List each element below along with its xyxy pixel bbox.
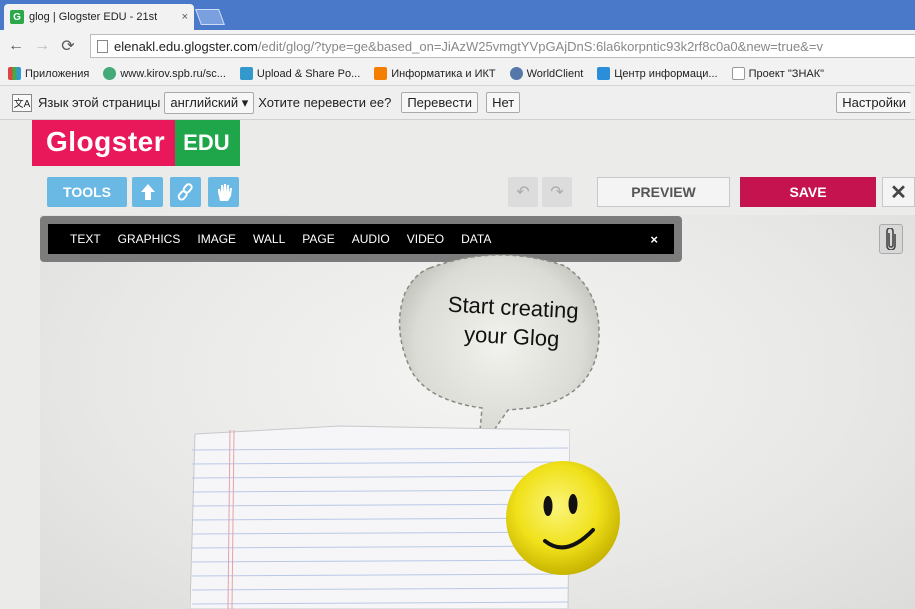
tools-button[interactable]: TOOLS: [47, 177, 127, 207]
hand-icon: [217, 184, 232, 201]
translate-bar: 文A Язык этой страницы английский ▾ Хотит…: [0, 86, 915, 120]
menu-item-graphics[interactable]: GRAPHICS: [118, 232, 181, 246]
globe-icon: [509, 67, 523, 80]
undo-button[interactable]: ↶: [508, 177, 538, 207]
browser-tab[interactable]: G glog | Glogster EDU - 21st ×: [4, 4, 194, 30]
bookmark-label: www.kirov.spb.ru/sc...: [120, 67, 226, 80]
menu-item-image[interactable]: IMAGE: [197, 232, 236, 246]
browser-toolbar: ← → ⟳ elenakl.edu.glogster.com /edit/glo…: [0, 30, 915, 62]
glogster-editor: Glogster EDU TOOLS ↶ ↷ PREVIEW SAVE ✕ TE…: [0, 120, 915, 609]
bookmark-kirov[interactable]: www.kirov.spb.ru/sc...: [103, 67, 226, 80]
bookmark-informatics[interactable]: Информатика и ИКТ: [374, 67, 496, 80]
new-tab-button[interactable]: [195, 9, 225, 25]
bookmark-label: Информатика и ИКТ: [391, 67, 496, 80]
bookmark-worldclient[interactable]: WorldClient: [509, 67, 584, 80]
bookmark-label: Upload & Share Po...: [256, 67, 361, 80]
redo-button[interactable]: ↷: [542, 177, 572, 207]
link-button[interactable]: [170, 177, 201, 207]
page-icon: [97, 39, 108, 53]
translate-icon: 文A: [12, 93, 32, 112]
upload-arrow-button[interactable]: [132, 177, 163, 207]
site-icon: [103, 67, 117, 80]
tab-close-icon[interactable]: ×: [182, 11, 188, 23]
settings-button[interactable]: Настройки: [836, 92, 911, 113]
hand-tool-button[interactable]: [208, 177, 239, 207]
menu-item-page[interactable]: PAGE: [302, 232, 334, 246]
up-arrow-icon: [140, 184, 155, 200]
bookmark-label: Проект "ЗНАК": [748, 67, 825, 80]
upload-icon: [239, 67, 253, 80]
menu-item-video[interactable]: VIDEO: [407, 232, 444, 246]
link-icon: [177, 183, 193, 201]
translate-question: Хотите перевести ее?: [258, 95, 392, 110]
menu-close-icon[interactable]: ×: [650, 232, 658, 247]
bookmarks-bar: Приложения www.kirov.spb.ru/sc... Upload…: [0, 62, 915, 86]
menu-item-text[interactable]: TEXT: [70, 232, 101, 246]
redo-icon: ↷: [550, 184, 564, 201]
bookmark-center[interactable]: Центр информаци...: [597, 67, 718, 80]
site-icon: [597, 67, 611, 80]
tab-title: glog | Glogster EDU - 21st: [29, 11, 158, 23]
bookmark-label: WorldClient: [526, 67, 584, 80]
smiley-face-image[interactable]: [503, 458, 623, 578]
menu-item-data[interactable]: DATA: [461, 232, 491, 246]
forward-arrow-icon[interactable]: →: [32, 37, 52, 55]
apps-icon: [8, 67, 21, 80]
translate-button[interactable]: Перевести: [401, 92, 479, 113]
blogger-icon: [374, 67, 388, 80]
address-bar[interactable]: elenakl.edu.glogster.com /edit/glog/?typ…: [90, 34, 915, 58]
url-path: /edit/glog/?type=ge&based_on=JiAzW25vmgt…: [257, 38, 823, 54]
back-arrow-icon[interactable]: ←: [6, 37, 26, 55]
url-host: elenakl.edu.glogster.com: [114, 38, 258, 54]
bookmark-label: Центр информаци...: [614, 67, 718, 80]
page-icon: [731, 67, 745, 80]
browser-tab-strip: G glog | Glogster EDU - 21st ×: [0, 0, 915, 30]
reload-icon[interactable]: ⟳: [58, 36, 78, 56]
no-button[interactable]: Нет: [486, 92, 521, 113]
paperclip-button[interactable]: [879, 224, 903, 254]
save-button[interactable]: SAVE: [740, 177, 876, 207]
translate-prompt: Язык этой страницы: [38, 95, 161, 110]
bookmark-label: Приложения: [25, 67, 90, 80]
preview-button[interactable]: PREVIEW: [597, 177, 730, 207]
bookmark-znak[interactable]: Проект "ЗНАК": [731, 67, 825, 80]
menu-item-wall[interactable]: WALL: [253, 232, 285, 246]
paperclip-icon: [886, 228, 896, 250]
glogster-favicon-icon: G: [10, 10, 24, 24]
language-select[interactable]: английский ▾: [164, 91, 255, 114]
glogster-logo[interactable]: Glogster EDU: [32, 120, 240, 166]
menu-item-audio[interactable]: AUDIO: [352, 232, 390, 246]
logo-edu: EDU: [175, 120, 240, 166]
bookmark-apps[interactable]: Приложения: [8, 67, 89, 80]
logo-glogster: Glogster: [32, 120, 176, 166]
close-editor-button[interactable]: ✕: [882, 177, 915, 207]
undo-icon: ↶: [516, 184, 530, 201]
bubble-text: Start creating your Glog: [424, 288, 602, 355]
bookmark-upload[interactable]: Upload & Share Po...: [239, 67, 361, 80]
